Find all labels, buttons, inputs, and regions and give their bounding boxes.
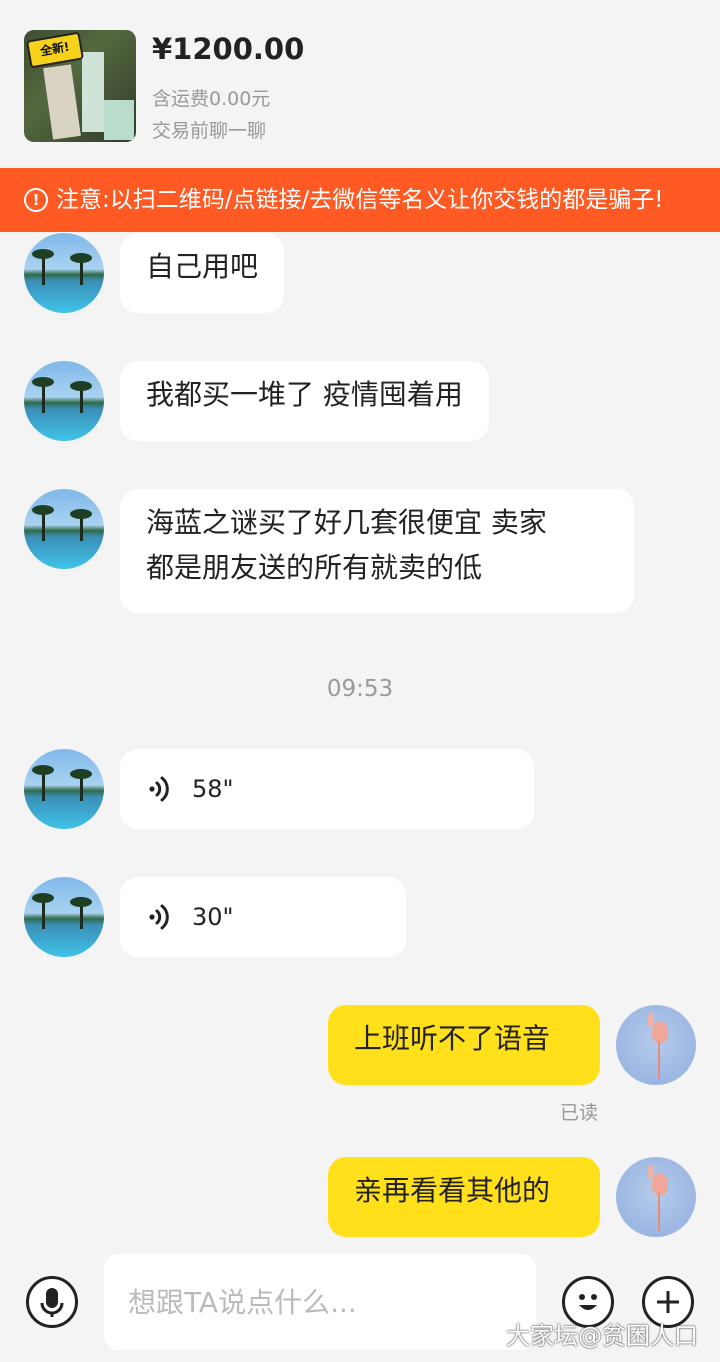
voice-duration: 30" — [192, 903, 234, 931]
flamingo-leg — [658, 1041, 660, 1079]
palm-leaf — [32, 249, 54, 259]
read-receipt: 已读 — [560, 1102, 599, 1124]
palm-leaf — [32, 377, 54, 387]
message-bubble[interactable]: 海蓝之谜买了好几套很便宜 卖家 都是朋友送的所有就卖的低 — [120, 489, 634, 613]
scam-warning-banner: ! 注意:以扫二维码/点链接/去微信等名义让你交钱的都是骗子! — [0, 168, 720, 232]
palm-leaf — [70, 381, 92, 391]
seller-avatar[interactable] — [24, 233, 104, 313]
new-badge: 全新! — [25, 31, 85, 69]
message-input[interactable] — [104, 1254, 536, 1350]
message-text-line: 都是朋友送的所有就卖的低 — [146, 551, 483, 584]
my-message-bubble[interactable]: 亲再看看其他的 — [328, 1157, 600, 1237]
message-bubble[interactable]: 自己用吧 — [120, 233, 285, 313]
seller-avatar[interactable] — [24, 489, 104, 569]
my-avatar[interactable] — [616, 1157, 696, 1237]
flamingo-body — [652, 1021, 668, 1043]
microphone-icon — [40, 1288, 64, 1317]
flamingo-leg — [658, 1193, 660, 1231]
message-text: 亲再看看其他的 — [354, 1174, 551, 1207]
message-text: 自己用吧 — [146, 250, 259, 283]
message-text: 上班听不了语音 — [354, 1022, 551, 1055]
exclamation-circle-icon: ! — [24, 188, 48, 212]
palm-leaf — [32, 893, 54, 903]
message-text-line: 海蓝之谜买了好几套很便宜 卖家 — [146, 506, 547, 539]
seller-avatar[interactable] — [24, 877, 104, 957]
message-timestamp: 09:53 — [326, 676, 394, 702]
voice-wave-icon — [149, 776, 169, 802]
voice-wave-icon — [149, 904, 169, 930]
warning-text: 注意:以扫二维码/点链接/去微信等名义让你交钱的都是骗子! — [56, 187, 664, 213]
voice-input-button[interactable] — [26, 1276, 78, 1328]
palm-leaf — [70, 769, 92, 779]
palm-leaf — [70, 897, 92, 907]
shipping-fee: 含运费0.00元 — [152, 88, 271, 110]
product-image-item — [43, 64, 81, 140]
message-text: 我都买一堆了 疫情囤着用 — [146, 378, 463, 411]
flamingo-body — [652, 1173, 668, 1195]
product-header[interactable]: 全新! ¥1200.00 含运费0.00元 交易前聊一聊 — [0, 0, 720, 168]
voice-message-bubble[interactable]: 58" — [120, 749, 534, 829]
palm-leaf — [70, 253, 92, 263]
watermark: 大家坛@贫困人口 — [506, 1322, 698, 1350]
seller-avatar[interactable] — [24, 749, 104, 829]
voice-message-bubble[interactable]: 30" — [120, 877, 406, 957]
chat-hint: 交易前聊一聊 — [152, 120, 267, 142]
voice-duration: 58" — [192, 775, 234, 803]
product-image-item — [104, 100, 134, 140]
seller-avatar[interactable] — [24, 361, 104, 441]
my-message-bubble[interactable]: 上班听不了语音 — [328, 1005, 600, 1085]
message-bubble[interactable]: 我都买一堆了 疫情囤着用 — [120, 361, 489, 441]
palm-leaf — [32, 505, 54, 515]
palm-leaf — [32, 765, 54, 775]
product-image-item — [82, 52, 104, 132]
palm-leaf — [70, 509, 92, 519]
product-thumbnail[interactable]: 全新! — [24, 30, 136, 142]
product-price: ¥1200.00 — [152, 32, 305, 66]
my-avatar[interactable] — [616, 1005, 696, 1085]
